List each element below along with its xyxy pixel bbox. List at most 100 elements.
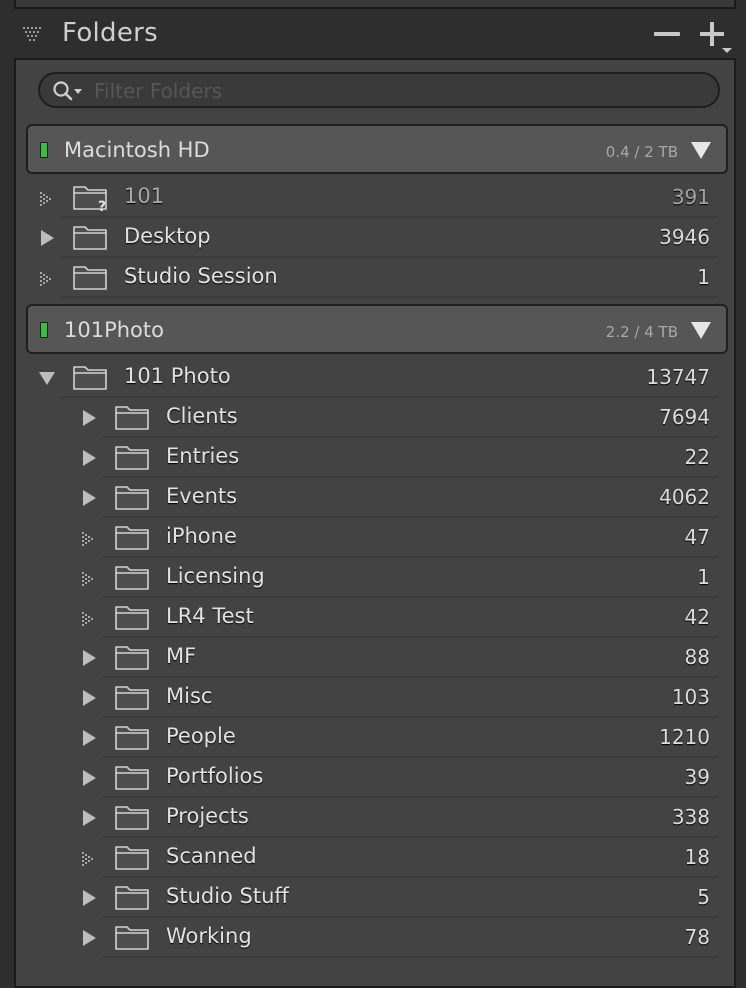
collapse-triangle-icon[interactable]: [38, 369, 56, 387]
folder-name: 101 Photo: [124, 364, 231, 388]
expand-triangle-icon[interactable]: [80, 729, 98, 747]
photo-count: 5: [697, 885, 710, 909]
folder-row[interactable]: Studio Session 1: [16, 258, 734, 298]
folder-icon: [72, 262, 108, 292]
folder-icon: [114, 402, 150, 432]
expand-triangle-icon[interactable]: [80, 889, 98, 907]
folder-row[interactable]: Clients 7694: [16, 398, 734, 438]
folder-name: Projects: [166, 804, 249, 828]
folder-row[interactable]: ? 101 391: [16, 178, 734, 218]
folder-name: LR4 Test: [166, 604, 254, 628]
volume-header[interactable]: Macintosh HD 0.4 / 2 TB: [26, 124, 728, 174]
volume-menu-triangle-icon[interactable]: [690, 140, 712, 160]
photo-count: 18: [684, 845, 710, 869]
folder-icon: [114, 682, 150, 712]
volume-status-led-icon: [40, 142, 48, 158]
folder-name: Portfolios: [166, 764, 264, 788]
folder-row[interactable]: Events 4062: [16, 478, 734, 518]
folder-row[interactable]: MF 88: [16, 638, 734, 678]
folder-name: Scanned: [166, 844, 257, 868]
no-subfolders-icon: [80, 609, 98, 627]
panel-title: Folders: [62, 18, 158, 48]
collapse-triangle-icon[interactable]: [22, 26, 42, 44]
folder-icon: [114, 882, 150, 912]
folder-icon: [72, 362, 108, 392]
folder-name: Clients: [166, 404, 238, 428]
folder-icon: [114, 842, 150, 872]
no-subfolders-icon: [38, 189, 56, 207]
plus-icon[interactable]: [698, 22, 734, 62]
photo-count: 4062: [659, 485, 710, 509]
expand-triangle-icon[interactable]: [80, 769, 98, 787]
previous-panel-edge: [14, 0, 736, 9]
expand-triangle-icon[interactable]: [80, 809, 98, 827]
folder-name: Studio Session: [124, 264, 278, 288]
folder-row[interactable]: People 1210: [16, 718, 734, 758]
folder-icon: [114, 522, 150, 552]
folder-row[interactable]: Desktop 3946: [16, 218, 734, 258]
search-icon[interactable]: [52, 80, 88, 102]
folder-icon: [114, 442, 150, 472]
photo-count: 42: [684, 605, 710, 629]
folder-name: Licensing: [166, 564, 265, 588]
expand-triangle-icon[interactable]: [38, 229, 56, 247]
folders-panel-header[interactable]: Folders: [0, 10, 746, 58]
photo-count: 78: [684, 925, 710, 949]
no-subfolders-icon: [38, 269, 56, 287]
folder-name: Studio Stuff: [166, 884, 289, 908]
folder-row[interactable]: Projects 338: [16, 798, 734, 838]
expand-triangle-icon[interactable]: [80, 489, 98, 507]
folder-icon: [114, 722, 150, 752]
folder-row[interactable]: Scanned 18: [16, 838, 734, 878]
folder-icon: [114, 562, 150, 592]
expand-triangle-icon[interactable]: [80, 649, 98, 667]
photo-count: 3946: [659, 225, 710, 249]
photo-count: 88: [684, 645, 710, 669]
row-divider: [102, 956, 718, 958]
volume-menu-triangle-icon[interactable]: [690, 320, 712, 340]
missing-folder-icon: ?: [72, 182, 108, 215]
folder-row[interactable]: iPhone 47: [16, 518, 734, 558]
no-subfolders-icon: [80, 849, 98, 867]
filter-folders-input[interactable]: [92, 76, 696, 106]
folder-name: People: [166, 724, 236, 748]
folder-icon: [114, 802, 150, 832]
folder-row[interactable]: Working 78: [16, 918, 734, 958]
folder-row[interactable]: Misc 103: [16, 678, 734, 718]
svg-text:?: ?: [98, 199, 106, 212]
folder-row[interactable]: Entries 22: [16, 438, 734, 478]
folder-name: Entries: [166, 444, 240, 468]
no-subfolders-icon: [80, 529, 98, 547]
folders-panel: Macintosh HD0.4 / 2 TB? 101 391 Desktop3946…: [14, 58, 736, 988]
folder-icon: [72, 222, 108, 252]
filter-folders-search[interactable]: [38, 72, 720, 108]
photo-count: 47: [684, 525, 710, 549]
folder-name: 101: [124, 184, 165, 208]
expand-triangle-icon[interactable]: [80, 929, 98, 947]
expand-triangle-icon[interactable]: [80, 449, 98, 467]
photo-count: 103: [671, 685, 710, 709]
volume-name: Macintosh HD: [64, 138, 210, 162]
photo-count: 1210: [659, 725, 710, 749]
volume-name: 101Photo: [64, 318, 164, 342]
photo-count: 13747: [646, 365, 710, 389]
folder-row[interactable]: 101 Photo 13747: [16, 358, 734, 398]
folder-name: iPhone: [166, 524, 237, 548]
photo-count: 391: [671, 185, 710, 209]
folder-name: MF: [166, 644, 197, 668]
folder-name: Misc: [166, 684, 213, 708]
expand-triangle-icon[interactable]: [80, 409, 98, 427]
folder-row[interactable]: Portfolios 39: [16, 758, 734, 798]
folder-row[interactable]: Studio Stuff 5: [16, 878, 734, 918]
folder-icon: [114, 762, 150, 792]
expand-triangle-icon[interactable]: [80, 689, 98, 707]
folder-row[interactable]: Licensing 1: [16, 558, 734, 598]
minus-icon[interactable]: [654, 32, 680, 36]
folder-name: Working: [166, 924, 252, 948]
photo-count: 1: [697, 565, 710, 589]
photo-count: 338: [671, 805, 710, 829]
folder-row[interactable]: LR4 Test 42: [16, 598, 734, 638]
volume-status-led-icon: [40, 322, 48, 338]
volume-header[interactable]: 101Photo 2.2 / 4 TB: [26, 304, 728, 354]
folder-icon: [114, 482, 150, 512]
